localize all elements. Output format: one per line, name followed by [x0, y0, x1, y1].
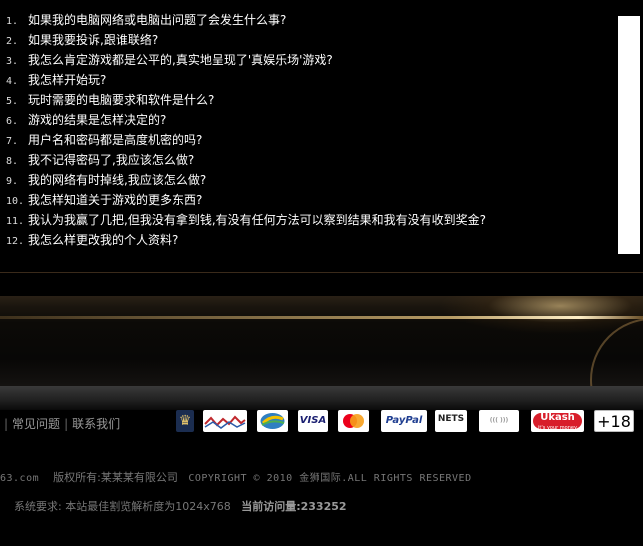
link-separator: |: [64, 417, 69, 431]
faq-number: 6.: [6, 116, 19, 127]
site-domain: 63.com: [0, 473, 40, 484]
scrollbar[interactable]: [618, 16, 640, 254]
faq-item[interactable]: 5. 玩时需要的电脑要求和软件是什么?: [0, 90, 615, 110]
paypal-label: PayPal: [385, 415, 423, 426]
ibas-chart-icon: [204, 415, 246, 429]
faq-number: 7.: [6, 136, 19, 147]
system-requirements: 系统要求: 本站最佳割览解析度为1024x768 当前访问量:233252: [14, 499, 347, 515]
lion-glyph: ♛: [178, 413, 192, 429]
faq-item[interactable]: 7. 用户名和密码都是高度机密的吗?: [0, 130, 615, 150]
faq-number: 2.: [6, 36, 19, 47]
faq-question[interactable]: 如果我要投诉,跟谁联络?: [28, 33, 158, 47]
paypal-logo-icon[interactable]: PayPal: [381, 410, 427, 432]
moneybookers-label: ((( ))) MONEYBOOK: [489, 417, 509, 424]
moneybookers-logo-icon[interactable]: ((( ))) MONEYBOOK: [479, 410, 519, 432]
faq-item[interactable]: 8. 我不记得密码了,我应该怎么做?: [0, 150, 615, 170]
light-streak: [0, 316, 643, 319]
ibas-logo-icon[interactable]: [203, 410, 247, 432]
visa-logo-icon[interactable]: VISA: [298, 410, 328, 432]
faq-link[interactable]: 常见问题: [12, 417, 60, 431]
faq-question[interactable]: 玩时需要的电脑要求和软件是什么?: [28, 93, 214, 107]
faq-item[interactable]: 1. 如果我的电脑网络或电脑出问题了会发生什么事?: [0, 10, 615, 30]
ukash-tagline: it's your money: [538, 425, 577, 431]
faq-item[interactable]: 2. 如果我要投诉,跟谁联络?: [0, 30, 615, 50]
faq-item[interactable]: 6. 游戏的结果是怎样决定的?: [0, 110, 615, 130]
faq-number: 1.: [6, 16, 19, 27]
link-separator: |: [4, 417, 9, 431]
faq-question[interactable]: 游戏的结果是怎样决定的?: [28, 113, 166, 127]
faq-number: 8.: [6, 156, 19, 167]
faq-item[interactable]: 10. 我怎样知道关于游戏的更多东西?: [0, 190, 615, 210]
faq-number: 12.: [6, 236, 25, 247]
visit-counter-value: 233252: [300, 500, 347, 513]
copyright-owner: 版权所有:某某某有限公司: [53, 471, 178, 484]
faq-number: 11.: [6, 216, 25, 227]
faq-list: 1. 如果我的电脑网络或电脑出问题了会发生什么事? 2. 如果我要投诉,跟谁联络? …: [0, 10, 615, 250]
age-restriction-badge: +18: [594, 410, 634, 432]
footer-links: | 常见问题 | 联系我们: [0, 414, 120, 434]
age-label: +18: [597, 412, 631, 431]
footer-band: [0, 386, 643, 410]
ecogra-seal-icon: [260, 413, 285, 429]
copyright-notice: COPYRIGHT © 2010 金狮国际.ALL RIGHTS RESERVE…: [188, 473, 472, 484]
faq-number: 10.: [6, 196, 25, 207]
faq-number: 4.: [6, 76, 19, 87]
faq-question[interactable]: 我认为我赢了几把,但我没有拿到钱,有没有任何方法可以察到结果和我有没有收到奖金?: [28, 213, 486, 227]
faq-question[interactable]: 如果我的电脑网络或电脑出问题了会发生什么事?: [28, 13, 286, 27]
divider: [0, 272, 643, 273]
faq-number: 5.: [6, 96, 19, 107]
nets-logo-icon[interactable]: NETS: [435, 410, 467, 432]
contact-link[interactable]: 联系我们: [72, 417, 120, 431]
ecogra-logo-icon[interactable]: [257, 410, 288, 432]
ukash-logo-icon[interactable]: Ukash it's your money: [531, 410, 584, 432]
faq-item[interactable]: 11. 我认为我赢了几把,但我没有拿到钱,有没有任何方法可以察到结果和我有没有收到…: [0, 210, 615, 230]
faq-item[interactable]: 3. 我怎么肯定游戏都是公平的,真实地呈现了'真娱乐场'游戏?: [0, 50, 615, 70]
faq-question[interactable]: 我怎样开始玩?: [28, 73, 106, 87]
faq-item[interactable]: 9. 我的网络有时掉线,我应该怎么做?: [0, 170, 615, 190]
faq-question[interactable]: 我不记得密码了,我应该怎么做?: [28, 153, 194, 167]
nets-label: NETS: [437, 414, 465, 424]
faq-number: 9.: [6, 176, 19, 187]
faq-item[interactable]: 12. 我怎么样更改我的个人资料?: [0, 230, 615, 250]
faq-question[interactable]: 我怎么肯定游戏都是公平的,真实地呈现了'真娱乐场'游戏?: [28, 53, 333, 67]
faq-question[interactable]: 我怎么样更改我的个人资料?: [28, 233, 178, 247]
faq-question[interactable]: 我怎样知道关于游戏的更多东西?: [28, 193, 202, 207]
mastercard-circles-icon: [343, 414, 364, 428]
banner-arc: [590, 318, 643, 386]
decorative-banner: [0, 296, 643, 386]
faq-question[interactable]: 用户名和密码都是高度机密的吗?: [28, 133, 202, 147]
visa-label: VISA: [299, 415, 327, 426]
faq-item[interactable]: 4. 我怎样开始玩?: [0, 70, 615, 90]
visit-counter-label: 当前访问量:: [241, 500, 301, 513]
lion-logo-icon[interactable]: ♛: [176, 410, 194, 432]
faq-question[interactable]: 我的网络有时掉线,我应该怎么做?: [28, 173, 206, 187]
sysreq-text: 系统要求: 本站最佳割览解析度为1024x768: [14, 500, 231, 513]
mastercard-logo-icon[interactable]: [338, 410, 369, 432]
copyright-line: 63.com 版权所有:某某某有限公司 COPYRIGHT © 2010 金狮国…: [0, 470, 472, 487]
faq-number: 3.: [6, 56, 19, 67]
